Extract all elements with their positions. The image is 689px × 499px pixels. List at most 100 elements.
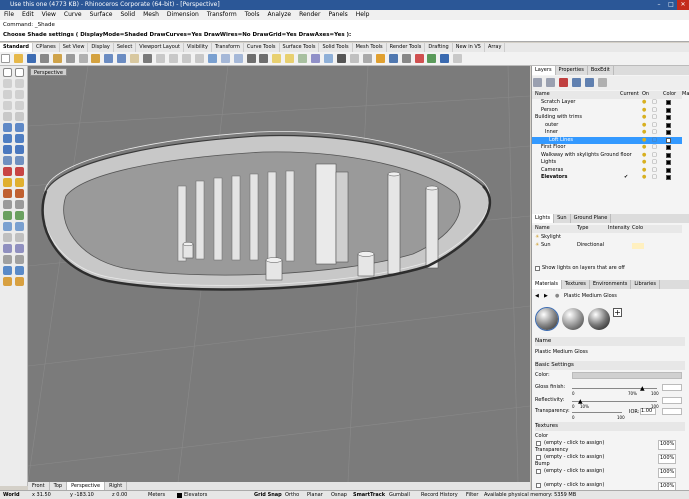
tab-ground-plane[interactable]: Ground Plane	[571, 214, 612, 223]
distance-icon[interactable]	[15, 266, 24, 275]
fillet-icon[interactable]	[15, 167, 24, 176]
material-color-swatch[interactable]	[572, 372, 682, 379]
sweep-icon[interactable]	[15, 156, 24, 165]
texture-slot-checkbox[interactable]	[536, 441, 541, 446]
tab-lights[interactable]: Lights	[532, 214, 555, 223]
layer-row[interactable]: Lights ● □	[532, 159, 682, 167]
tab-new-in-v5[interactable]: New in V5	[453, 43, 485, 52]
show-lights-row[interactable]: Show lights on layers that are off	[532, 265, 682, 273]
lock-icon[interactable]: □	[652, 99, 657, 107]
basic-settings-header[interactable]: Basic Settings	[535, 361, 685, 370]
mesh-icon[interactable]	[15, 145, 24, 154]
array-icon[interactable]	[15, 233, 24, 242]
viewport-canvas[interactable]	[28, 66, 530, 482]
grasshopper-icon[interactable]	[453, 54, 463, 63]
back-icon[interactable]: ◀	[535, 293, 539, 301]
trim-icon[interactable]	[3, 200, 12, 209]
object-properties-icon[interactable]	[324, 54, 334, 63]
viewport-title[interactable]: Perspective	[30, 68, 67, 76]
tab-environments[interactable]: Environments	[590, 280, 632, 289]
layer-row[interactable]: Person ● □	[532, 107, 682, 115]
layer-row[interactable]: Loft Lines ● □	[532, 136, 682, 145]
visibility-bulb-icon[interactable]: ●	[642, 144, 646, 152]
circle-icon[interactable]	[3, 90, 12, 99]
pan-icon[interactable]	[130, 54, 140, 63]
visibility-bulb-icon[interactable]: ●	[642, 159, 646, 167]
polygon-icon[interactable]	[3, 112, 12, 121]
viewport-tab-front[interactable]: Front	[28, 482, 50, 490]
move-down-icon[interactable]	[584, 78, 594, 87]
texture-slot-checkbox[interactable]	[536, 483, 541, 488]
ior-input[interactable]: 1.00	[640, 408, 656, 415]
show-lights-checkbox[interactable]	[535, 266, 540, 271]
boolean-icon[interactable]	[3, 167, 12, 176]
menu-file[interactable]: File	[0, 10, 18, 20]
layer-color-swatch[interactable]	[666, 107, 671, 113]
layer-row[interactable]: Building with trims ● □	[532, 114, 682, 122]
tab-layers[interactable]: Layers	[532, 66, 556, 75]
import-icon[interactable]	[52, 54, 62, 63]
lock-objects-icon[interactable]	[298, 54, 308, 63]
open-icon[interactable]	[13, 54, 23, 63]
block-icon[interactable]	[15, 244, 24, 253]
freeform-icon[interactable]	[15, 112, 24, 121]
text-icon[interactable]	[15, 178, 24, 187]
visibility-bulb-icon[interactable]: ●	[642, 152, 646, 160]
cut-icon[interactable]	[65, 54, 75, 63]
perspective-viewport[interactable]	[28, 66, 530, 482]
select-all-icon[interactable]	[246, 54, 256, 63]
rectangle-icon[interactable]	[15, 101, 24, 110]
texture-slot-checkbox[interactable]	[536, 469, 541, 474]
delete-layer-icon[interactable]	[558, 78, 568, 87]
project-icon[interactable]	[3, 255, 12, 264]
sphere-icon[interactable]	[15, 134, 24, 143]
save-icon[interactable]	[26, 54, 36, 63]
hide-objects-icon[interactable]	[285, 54, 295, 63]
tab-textures[interactable]: Textures	[562, 280, 590, 289]
gloss-slider-thumb[interactable]: ▲	[640, 385, 645, 392]
layer-row[interactable]: Elevators ✔ ● □	[532, 174, 682, 182]
layer-color-swatch[interactable]	[666, 137, 671, 143]
minimize-button[interactable]: –	[653, 0, 665, 10]
command-prompt[interactable]: Choose Shade settings ( DisplayMode=Shad…	[0, 30, 689, 40]
curve-icon[interactable]	[15, 79, 24, 88]
current-layer-check-icon[interactable]: ✔	[624, 174, 628, 182]
tab-array[interactable]: Array	[485, 43, 506, 52]
paste-icon[interactable]	[91, 54, 101, 63]
light-row-skylight[interactable]: ☀ Skylight	[532, 234, 682, 242]
maximize-button[interactable]: □	[665, 0, 677, 10]
layer-row[interactable]: First Floor ● □	[532, 144, 682, 152]
zoom-window-icon[interactable]	[168, 54, 178, 63]
textures-section-header[interactable]: Textures	[535, 422, 685, 431]
contour-icon[interactable]	[15, 255, 24, 264]
redo-icon[interactable]	[117, 54, 127, 63]
menu-panels[interactable]: Panels	[324, 10, 351, 20]
texture-slot-amount[interactable]: 100%	[658, 468, 677, 478]
scale-icon[interactable]	[15, 222, 24, 231]
new-icon[interactable]	[1, 54, 10, 63]
visibility-bulb-icon[interactable]: ●	[642, 99, 646, 107]
layer-row[interactable]: Inner ● □	[532, 129, 682, 137]
light-row-sun[interactable]: ☀ Sun Directional	[532, 242, 682, 250]
layer-color-swatch[interactable]	[666, 152, 671, 158]
units-indicator[interactable]: Meters	[148, 491, 165, 499]
loft-icon[interactable]	[3, 156, 12, 165]
visibility-bulb-icon[interactable]: ●	[642, 137, 646, 145]
help-icon[interactable]	[440, 54, 450, 63]
material-name-value[interactable]: Plastic Medium Gloss	[535, 349, 685, 357]
texture-slot-value[interactable]: (empty - click to assign)	[544, 468, 604, 476]
tab-cplanes[interactable]: CPlanes	[33, 43, 60, 52]
tab-properties[interactable]: Properties	[556, 66, 588, 75]
wireframe-icon[interactable]	[349, 54, 359, 63]
lock-icon[interactable]: □	[652, 174, 657, 182]
toggle-smarttrack[interactable]: SmartTrack	[353, 491, 385, 499]
lock-icon[interactable]: □	[652, 152, 657, 160]
menu-transform[interactable]: Transform	[203, 10, 241, 20]
menu-mesh[interactable]: Mesh	[139, 10, 163, 20]
tab-standard[interactable]: Standard	[0, 43, 33, 52]
copy-object-icon[interactable]	[15, 211, 24, 220]
layer-color-swatch[interactable]	[666, 122, 671, 128]
new-layer-icon[interactable]	[533, 78, 542, 87]
zoom-extents-icon[interactable]	[181, 54, 191, 63]
tab-transform[interactable]: Transform	[212, 43, 244, 52]
